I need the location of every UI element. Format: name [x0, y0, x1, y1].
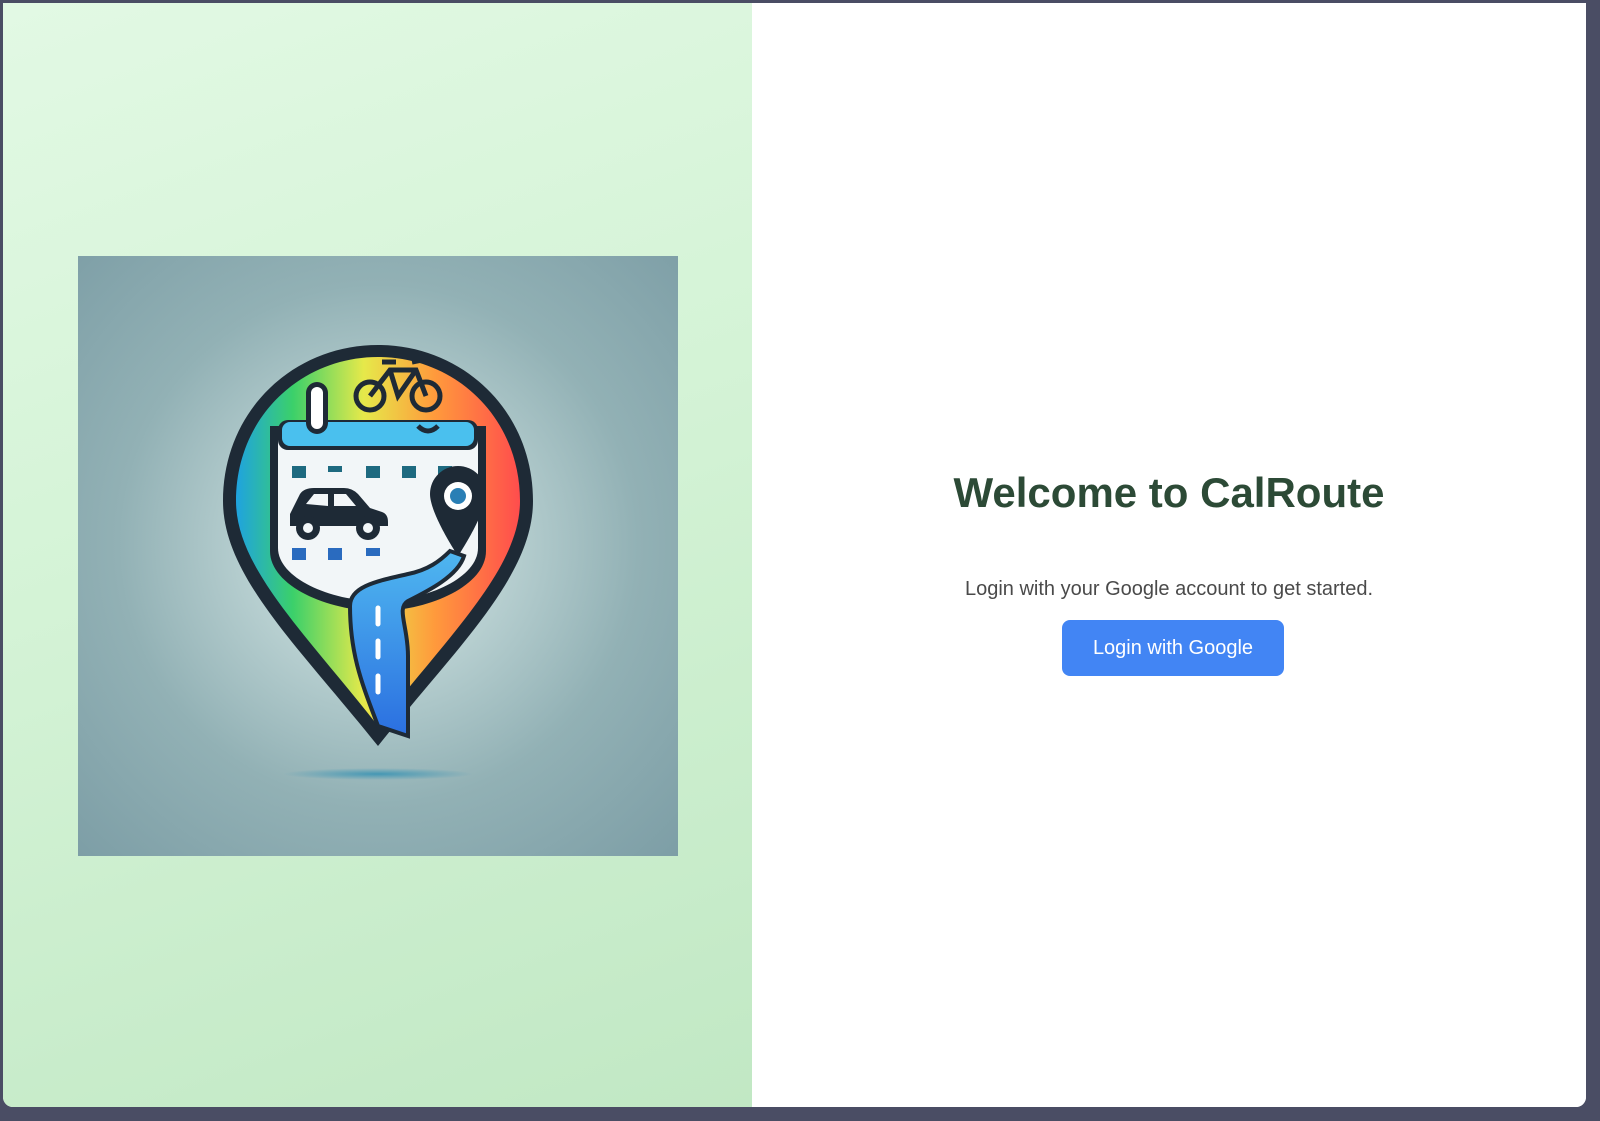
left-panel	[3, 3, 752, 1107]
login-panel: Welcome to CalRoute Login with your Goog…	[752, 3, 1586, 1107]
page-title: Welcome to CalRoute	[953, 469, 1385, 516]
app-window: Welcome to CalRoute Login with your Goog…	[3, 3, 1586, 1107]
calroute-logo-icon	[223, 345, 533, 780]
login-instructions: Login with your Google account to get st…	[964, 578, 1374, 600]
logo-image	[78, 256, 678, 856]
login-with-google-button[interactable]: Login with Google	[1062, 620, 1284, 676]
